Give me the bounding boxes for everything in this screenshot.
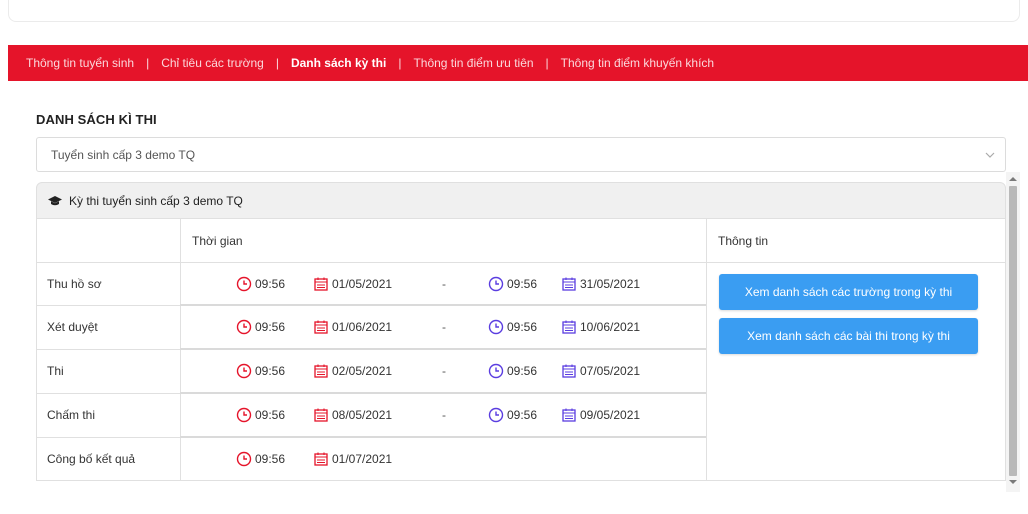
start-time-text: 09:56 (255, 408, 286, 422)
range-dash: - (442, 277, 446, 291)
end-time-text: 09:56 (507, 408, 538, 422)
header-time: Thời gian (192, 233, 243, 248)
clock-icon (488, 276, 504, 292)
clock-icon (236, 451, 252, 467)
range-dash: - (442, 364, 446, 378)
panel-title: Kỳ thi tuyển sinh cấp 3 demo TQ (69, 193, 243, 208)
view-schools-button[interactable]: Xem danh sách các trường trong kỳ thi (719, 274, 978, 310)
exam-select-value: Tuyển sinh cấp 3 demo TQ (51, 147, 196, 162)
panel-header: Kỳ thi tuyển sinh cấp 3 demo TQ (36, 182, 1006, 219)
end-date-text: 31/05/2021 (580, 277, 641, 291)
nav-separator: | (146, 56, 150, 70)
clock-icon (236, 407, 252, 423)
schedule-table: Thời gian Thông tin Thu hồ sơ 09:56 01/0… (36, 219, 1006, 481)
row-label-thu-ho-so: Thu hồ sơ (47, 277, 102, 291)
range-dash: - (442, 408, 446, 422)
start-time: 09:56 (236, 350, 285, 392)
end-time: 09:56 (488, 350, 537, 392)
calendar-icon (562, 408, 576, 422)
end-date-text: 07/05/2021 (580, 364, 641, 378)
scroll-down-icon[interactable] (1009, 480, 1017, 484)
scroll-up-icon[interactable] (1009, 177, 1017, 181)
nav-item-thong-tin-diem-uu-tien[interactable]: Thông tin điểm ưu tiên (413, 56, 533, 70)
clock-icon (488, 407, 504, 423)
category-nav: Thông tin tuyển sinh | Chỉ tiêu các trườ… (8, 45, 1028, 81)
start-time: 09:56 (236, 394, 285, 436)
view-exams-button[interactable]: Xem danh sách các bài thi trong kỳ thi (719, 318, 978, 354)
clock-icon (236, 319, 252, 335)
end-date: 10/06/2021 (561, 306, 640, 348)
start-date-text: 01/05/2021 (332, 277, 393, 291)
calendar-icon (562, 320, 576, 334)
end-time-text: 09:56 (507, 320, 538, 334)
calendar-icon (314, 452, 328, 466)
calendar-icon (314, 277, 328, 291)
calendar-icon (562, 364, 576, 378)
end-date-text: 10/06/2021 (580, 320, 641, 334)
clock-icon (488, 319, 504, 335)
end-date: 31/05/2021 (561, 263, 640, 305)
exam-panel: Kỳ thi tuyển sinh cấp 3 demo TQ Thời gia… (36, 182, 1019, 482)
nav-item-thong-tin-tuyen-sinh[interactable]: Thông tin tuyển sinh (26, 56, 134, 70)
start-time-text: 09:56 (255, 277, 286, 291)
end-date: 07/05/2021 (561, 350, 640, 392)
calendar-icon (314, 320, 328, 334)
start-time-text: 09:56 (255, 364, 286, 378)
exam-select[interactable]: Tuyển sinh cấp 3 demo TQ (36, 137, 1006, 172)
start-date-text: 01/06/2021 (332, 320, 393, 334)
end-date: 09/05/2021 (561, 394, 640, 436)
column-divider (706, 219, 707, 480)
start-date-text: 08/05/2021 (332, 408, 393, 422)
section-title: DANH SÁCH KÌ THI (36, 112, 157, 127)
end-time: 09:56 (488, 394, 537, 436)
start-time-text: 09:56 (255, 452, 286, 466)
nav-separator: | (398, 56, 402, 70)
calendar-icon (314, 408, 328, 422)
nav-item-danh-sach-ky-thi[interactable]: Danh sách kỳ thi (291, 56, 386, 70)
scroll-thumb[interactable] (1009, 186, 1017, 476)
nav-separator: | (275, 56, 279, 70)
range-dash: - (442, 320, 446, 334)
calendar-icon (314, 364, 328, 378)
graduation-cap-icon (48, 195, 62, 205)
row-label-thi: Thi (47, 364, 64, 378)
start-date: 01/05/2021 (313, 263, 392, 305)
start-time-text: 09:56 (255, 320, 286, 334)
start-time: 09:56 (236, 306, 285, 348)
start-date-text: 02/05/2021 (332, 364, 393, 378)
start-time: 09:56 (236, 263, 285, 305)
clock-icon (488, 363, 504, 379)
row-label-cong-bo-ket-qua: Công bố kết quả (47, 452, 136, 466)
start-date: 08/05/2021 (313, 394, 392, 436)
end-date-text: 09/05/2021 (580, 408, 641, 422)
chevron-down-icon (985, 152, 995, 158)
top-card (8, 0, 1020, 22)
clock-icon (236, 276, 252, 292)
calendar-icon (562, 277, 576, 291)
clock-icon (236, 363, 252, 379)
end-time-text: 09:56 (507, 364, 538, 378)
start-time: 09:56 (236, 438, 285, 480)
nav-separator: | (545, 56, 549, 70)
scrollbar[interactable] (1006, 172, 1020, 492)
start-date-text: 01/07/2021 (332, 452, 393, 466)
row-divider (706, 262, 1006, 263)
start-date: 02/05/2021 (313, 350, 392, 392)
end-time: 09:56 (488, 306, 537, 348)
header-info: Thông tin (718, 233, 769, 248)
start-date: 01/07/2021 (313, 438, 392, 480)
nav-item-thong-tin-diem-khuyen-khich[interactable]: Thông tin điểm khuyến khích (561, 56, 714, 70)
start-date: 01/06/2021 (313, 306, 392, 348)
row-label-cham-thi: Chấm thi (47, 408, 96, 422)
row-label-xet-duyet: Xét duyệt (47, 320, 98, 334)
end-time-text: 09:56 (507, 277, 538, 291)
end-time: 09:56 (488, 263, 537, 305)
nav-item-chi-tieu-cac-truong[interactable]: Chỉ tiêu các trường (161, 56, 264, 70)
